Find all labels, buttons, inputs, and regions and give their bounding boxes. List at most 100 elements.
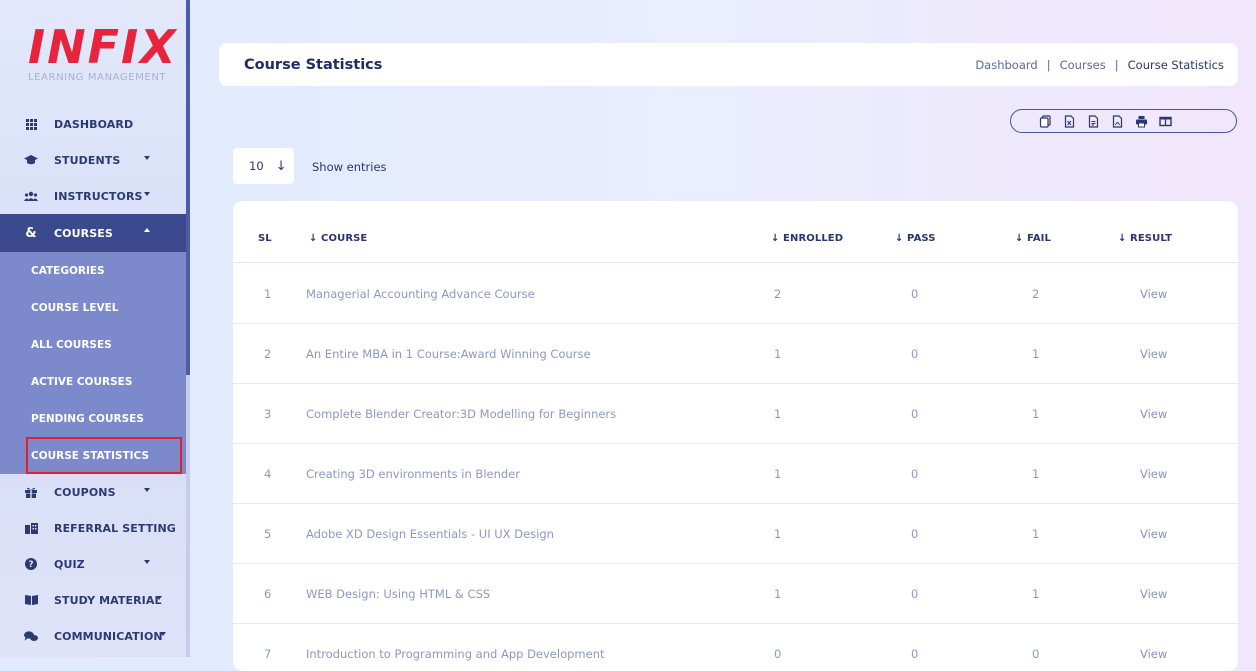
- columns-icon: [1158, 116, 1172, 126]
- view-link[interactable]: View: [1140, 467, 1167, 481]
- sidebar-item-study-material[interactable]: STUDY MATERIAL: [0, 582, 186, 618]
- breadcrumb-separator: |: [1046, 57, 1051, 72]
- view-link[interactable]: View: [1140, 287, 1167, 301]
- cell-sl: 6: [264, 587, 272, 601]
- sidebar-item-instructors[interactable]: INSTRUCTORS: [0, 178, 186, 214]
- column-header-pass[interactable]: ↓ PASS: [895, 233, 936, 244]
- cell-pass: 0: [911, 347, 919, 361]
- cell-sl: 2: [264, 347, 272, 361]
- breadcrumb-current: Course Statistics: [1127, 57, 1224, 72]
- cell-fail: 1: [1032, 587, 1040, 601]
- cell-enrolled: 2: [774, 287, 782, 301]
- cell-fail: 0: [1032, 647, 1040, 661]
- submenu-item-all-courses[interactable]: ALL COURSES: [0, 326, 186, 363]
- chevron-down-icon: [144, 156, 150, 160]
- view-link[interactable]: View: [1140, 647, 1167, 661]
- csv-button[interactable]: [1058, 110, 1080, 132]
- sidebar-scrollbar[interactable]: [186, 0, 190, 657]
- sidebar-item-label: REFERRAL SETTING: [54, 521, 176, 535]
- column-header-result[interactable]: ↓ RESULT: [1118, 233, 1172, 244]
- breadcrumb-separator: |: [1114, 57, 1119, 72]
- cell-course: Adobe XD Design Essentials - UI UX Desig…: [306, 527, 554, 541]
- book-icon: [24, 593, 38, 607]
- arrow-down-icon: ↓: [275, 158, 287, 174]
- column-header-course[interactable]: ↓ COURSE: [309, 233, 367, 244]
- cell-fail: 1: [1032, 407, 1040, 421]
- cell-sl: 5: [264, 527, 272, 541]
- breadcrumb-dashboard[interactable]: Dashboard: [975, 58, 1037, 72]
- svg-text:?: ?: [28, 560, 33, 570]
- brand-logo[interactable]: INFIX LEARNING MANAGEMENT: [28, 20, 178, 90]
- sidebar-item-coupons[interactable]: COUPONS: [0, 474, 186, 510]
- cell-fail: 1: [1032, 527, 1040, 541]
- cell-enrolled: 1: [774, 407, 782, 421]
- export-button-group: [1010, 109, 1237, 133]
- chevron-down-icon: [144, 488, 150, 492]
- chevron-down-icon: [156, 596, 162, 600]
- cell-pass: 0: [911, 647, 919, 661]
- submenu-item-active-courses[interactable]: ACTIVE COURSES: [0, 363, 186, 400]
- grid-icon: [24, 117, 38, 131]
- sidebar-item-quiz[interactable]: ? QUIZ: [0, 546, 186, 582]
- cell-fail: 2: [1032, 287, 1040, 301]
- table-row: 7 Introduction to Programming and App De…: [233, 624, 1238, 671]
- copy-icon: [1039, 114, 1051, 128]
- column-header-fail[interactable]: ↓ FAIL: [1015, 233, 1051, 244]
- table-row: 3 Complete Blender Creator:3D Modelling …: [233, 384, 1238, 444]
- cell-sl: 1: [264, 287, 272, 301]
- submenu-item-categories[interactable]: CATEGORIES: [0, 252, 186, 289]
- submenu-item-course-statistics[interactable]: COURSE STATISTICS: [26, 437, 182, 474]
- table-row: 5 Adobe XD Design Essentials - UI UX Des…: [233, 504, 1238, 564]
- cell-sl: 4: [264, 467, 272, 481]
- cell-enrolled: 0: [774, 647, 782, 661]
- column-header-enrolled[interactable]: ↓ ENROLLED: [771, 233, 843, 244]
- view-link[interactable]: View: [1140, 347, 1167, 361]
- view-link[interactable]: View: [1140, 587, 1167, 601]
- view-link[interactable]: View: [1140, 527, 1167, 541]
- table-row: 6 WEB Design: Using HTML & CSS 1 0 1 Vie…: [233, 564, 1238, 624]
- cell-pass: 0: [911, 527, 919, 541]
- column-header-sl[interactable]: SL: [258, 233, 272, 244]
- cell-course: WEB Design: Using HTML & CSS: [306, 587, 491, 601]
- pdf-icon: [1112, 114, 1122, 128]
- scrollbar-thumb[interactable]: [186, 0, 190, 375]
- cell-sl: 7: [264, 647, 272, 661]
- table-row: 4 Creating 3D environments in Blender 1 …: [233, 444, 1238, 504]
- copy-button[interactable]: [1034, 110, 1056, 132]
- cell-course: An Entire MBA in 1 Course:Award Winning …: [306, 347, 591, 361]
- logo-subtitle: LEARNING MANAGEMENT: [28, 72, 167, 83]
- excel-button[interactable]: [1082, 110, 1104, 132]
- columns-button[interactable]: [1154, 110, 1176, 132]
- sidebar-item-label: DASHBOARD: [54, 117, 134, 131]
- cell-fail: 1: [1032, 467, 1040, 481]
- chevron-down-icon: [144, 192, 150, 196]
- question-icon: ?: [24, 557, 38, 571]
- cell-sl: 3: [264, 407, 272, 421]
- page-header: Course Statistics Dashboard | Courses | …: [219, 43, 1238, 86]
- cell-course: Creating 3D environments in Blender: [306, 467, 520, 481]
- cell-enrolled: 1: [774, 467, 782, 481]
- sidebar-item-referral-setting[interactable]: REFERRAL SETTING: [0, 510, 186, 546]
- logo-text: INFIX: [28, 20, 178, 74]
- breadcrumb-courses[interactable]: Courses: [1060, 58, 1106, 72]
- sidebar-item-communication[interactable]: COMMUNICATION: [0, 618, 186, 654]
- sidebar-item-label: STUDENTS: [54, 153, 121, 167]
- sidebar-item-label: COURSES: [54, 226, 113, 240]
- submenu-item-pending-courses[interactable]: PENDING COURSES: [0, 400, 186, 437]
- pdf-button[interactable]: [1106, 110, 1128, 132]
- entries-label: Show entries: [312, 160, 387, 174]
- table-header: SL ↓ COURSE ↓ ENROLLED ↓ PASS ↓ FAIL ↓ R…: [233, 201, 1238, 263]
- entries-select[interactable]: 10 ↓: [233, 148, 294, 184]
- cell-enrolled: 1: [774, 527, 782, 541]
- chat-icon: [24, 629, 38, 643]
- submenu-item-course-level[interactable]: COURSE LEVEL: [0, 289, 186, 326]
- sidebar-item-students[interactable]: STUDENTS: [0, 142, 186, 178]
- sidebar-item-dashboard[interactable]: DASHBOARD: [0, 106, 186, 142]
- sidebar-item-courses[interactable]: & COURSES: [0, 214, 186, 252]
- print-button[interactable]: [1130, 110, 1152, 132]
- cell-course: Introduction to Programming and App Deve…: [306, 647, 605, 661]
- gift-icon: [24, 485, 38, 499]
- users-icon: [24, 189, 38, 203]
- view-link[interactable]: View: [1140, 407, 1167, 421]
- sidebar-item-label: COUPONS: [54, 485, 116, 499]
